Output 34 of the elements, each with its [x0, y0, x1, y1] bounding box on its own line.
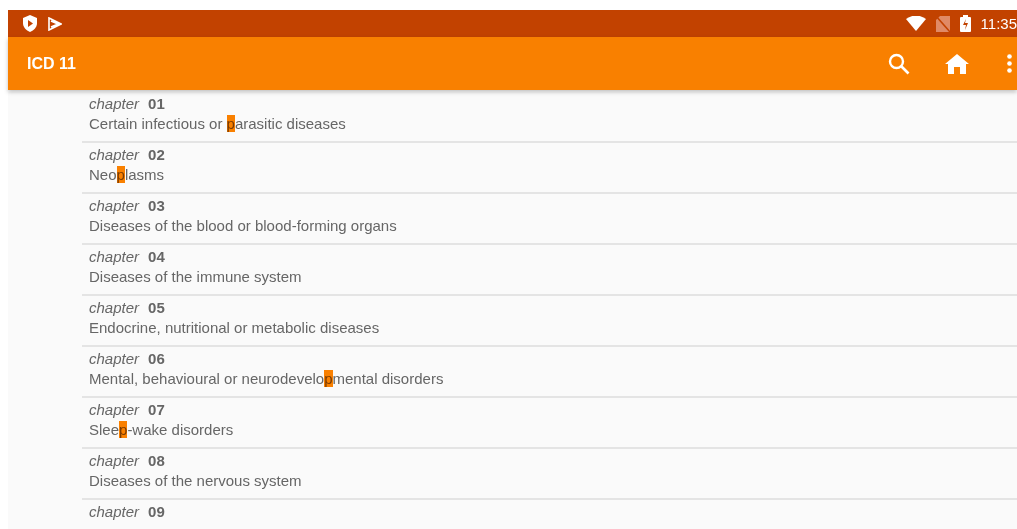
chapter-title[interactable]: Diseases of the immune system: [89, 266, 302, 288]
chapter-number: 08: [148, 452, 165, 470]
chapter-label: chapter: [89, 503, 140, 521]
wifi-icon: [905, 16, 926, 31]
chapter-number: 06: [148, 350, 165, 368]
chapter-title[interactable]: Sleep-wake disorders: [89, 419, 234, 441]
chapter-label: chapter: [89, 248, 140, 266]
search-icon: [888, 52, 910, 75]
chapter-label: chapter: [89, 197, 140, 215]
more-vertical-icon: [1006, 54, 1012, 73]
chapter-number: 03: [148, 197, 165, 215]
battery-charging-icon: [959, 15, 971, 32]
home-icon: [945, 53, 969, 74]
chapter-label: chapter: [89, 299, 140, 317]
chapter-number: 01: [148, 95, 165, 113]
chapter-title[interactable]: Diseases of the blood or blood-forming organs: [89, 215, 397, 237]
clock-time: 11:35: [980, 15, 1017, 32]
chapter-label: chapter: [89, 350, 140, 368]
app-title: ICD 11: [27, 54, 77, 73]
chapter-number: 09: [148, 503, 165, 521]
chapter-label: chapter: [89, 146, 140, 164]
shield-icon: [22, 15, 38, 32]
chapter-number: 07: [148, 401, 165, 419]
no-sim-icon: [935, 15, 950, 32]
play-store-icon: [48, 16, 62, 31]
chapter-number: 05: [148, 299, 165, 317]
chapter-title[interactable]: Endocrine, nutritional or metabolic diseases: [89, 317, 380, 339]
chapter-number: 04: [148, 248, 165, 266]
chapter-number: 02: [148, 146, 165, 164]
chapter-label: chapter: [89, 401, 140, 419]
chapter-label: chapter: [89, 95, 140, 113]
chapter-title[interactable]: Mental, behavioural or neurodevelopmental disorders: [89, 368, 444, 390]
chapter-label: chapter: [89, 452, 140, 470]
chapter-title[interactable]: Diseases of the nervous system: [89, 470, 302, 492]
